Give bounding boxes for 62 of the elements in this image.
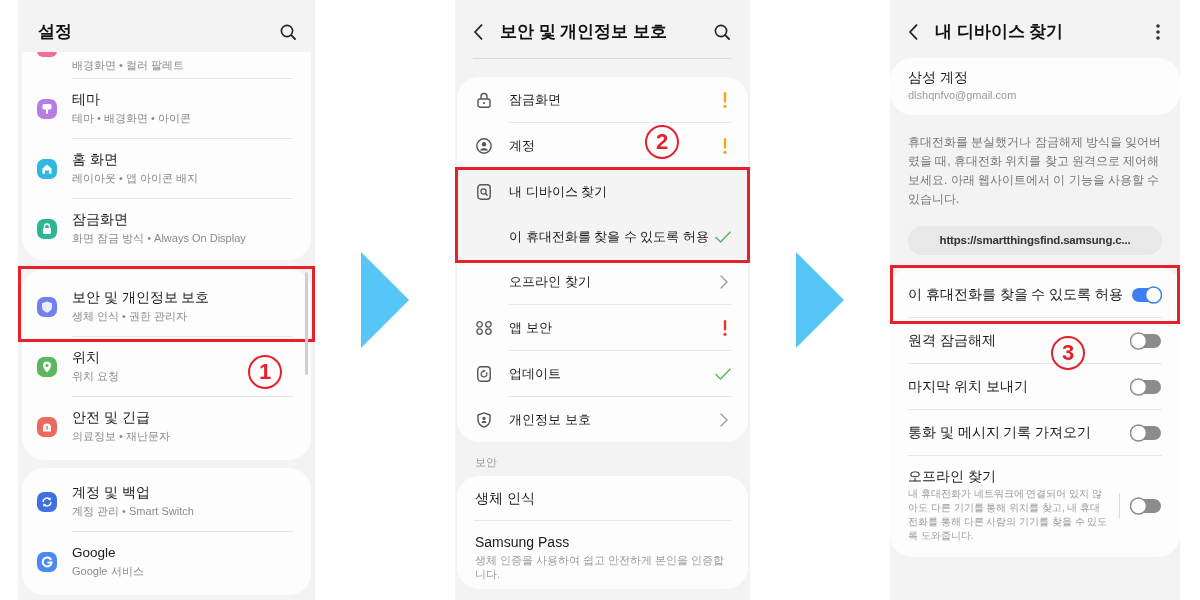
account-title: 삼성 계정 — [908, 68, 968, 86]
setting-title[interactable]: 홈 화면 — [72, 151, 118, 169]
setting-label[interactable]: 개인정보 보호 — [509, 410, 591, 429]
setting-label[interactable]: 오프라인 찾기 — [509, 272, 591, 291]
step-number-badge: 3 — [1051, 336, 1085, 370]
update-icon — [477, 365, 491, 382]
toggle-description: 내 휴대전화가 네트워크에 연결되어 있지 않아도 다른 기기를 통해 위치를 찾고, 내 휴대전화를 통해 다른 사람의 기기를 찾을 수 있도록 도와줍니다. — [908, 487, 1109, 543]
right-arrow-icon — [796, 252, 844, 348]
setting-subtitle: 생체 인증을 사용하여 쉽고 안전하게 본인을 인증합니다. — [475, 553, 726, 581]
toggle-label[interactable]: 마지막 위치 보내기 — [908, 377, 1130, 396]
toggle-switch[interactable] — [1130, 496, 1162, 515]
website-link[interactable]: https://smartthingsfind.samsung.c... — [908, 226, 1162, 255]
setting-label[interactable]: 앱 보안 — [509, 318, 552, 337]
setting-title[interactable]: 생체 인식 — [475, 489, 535, 507]
setting-title[interactable]: 보안 및 개인정보 보호 — [72, 289, 210, 307]
back-icon[interactable] — [473, 24, 483, 40]
more-options-icon[interactable] — [1156, 24, 1160, 40]
shield-person-icon — [477, 411, 491, 428]
setting-subtitle: 계정 관리 • Smart Switch — [72, 504, 194, 519]
back-icon[interactable] — [908, 24, 918, 40]
search-icon[interactable] — [714, 24, 730, 40]
setting-label[interactable]: 업데이트 — [509, 364, 561, 383]
person-icon — [476, 137, 492, 154]
setting-subtitle: 배경화면 • 컬러 팔레트 — [72, 58, 185, 73]
account-email: dlshqnfvo@gmail.com — [908, 88, 1017, 103]
setting-label[interactable]: 내 디바이스 찾기 — [509, 182, 608, 201]
setting-title[interactable]: 위치 — [72, 349, 100, 367]
setting-subtitle: Google 서비스 — [72, 564, 144, 579]
account-card[interactable]: 삼성 계정 dlshqnfvo@gmail.com — [890, 58, 1180, 115]
step-number-badge: 2 — [645, 125, 679, 159]
toggle-switch[interactable] — [1130, 331, 1162, 350]
setting-subtitle: 생체 인식 • 권한 관리자 — [72, 309, 188, 324]
setting-title[interactable]: Google — [72, 544, 116, 562]
screen-title: 보안 및 개인정보 보호 — [500, 21, 668, 43]
setting-title[interactable]: Samsung Pass — [475, 533, 570, 551]
setting-subtitle: 화면 잠금 방식 • Always On Display — [72, 231, 246, 246]
screen-title: 내 디바이스 찾기 — [935, 21, 1064, 43]
toggle-label[interactable]: 통화 및 메시지 기록 가져오기 — [908, 423, 1130, 442]
setting-title[interactable]: 안전 및 긴급 — [72, 409, 150, 427]
setting-label[interactable]: 잠금화면 — [509, 90, 561, 109]
description-text: 휴대전화를 분실했거나 잠금해제 방식을 잊어버렸을 때, 휴대전화 위치를 찾고 원격으로 제어해 보세요. 아래 웹사이트에서 이 기능을 사용할 수 있습니다. — [907, 134, 1163, 208]
lock-icon — [477, 91, 491, 108]
right-arrow-icon — [361, 252, 409, 348]
setting-subtitle: 레이아웃 • 앱 아이콘 배지 — [72, 171, 199, 186]
step-number-badge: 1 — [248, 355, 282, 389]
setting-title[interactable]: 잠금화면 — [72, 211, 128, 229]
four-circles-icon — [476, 320, 492, 335]
setting-title[interactable]: 계정 및 백업 — [72, 484, 150, 502]
section-header: 보안 — [474, 455, 498, 470]
toggle-label[interactable]: 이 휴대전화를 찾을 수 있도록 허용 — [908, 285, 1130, 304]
screen-title: 설정 — [38, 21, 72, 43]
toggle-switch[interactable] — [1130, 377, 1162, 396]
toggle-switch[interactable] — [1130, 423, 1162, 442]
toggle-switch[interactable] — [1130, 285, 1162, 304]
setting-label[interactable]: 계정 — [509, 136, 535, 155]
search-icon[interactable] — [280, 24, 296, 40]
toggle-label[interactable]: 오프라인 찾기 — [908, 468, 996, 486]
setting-subtitle: 위치 요청 — [72, 369, 120, 384]
device-search-icon — [477, 183, 491, 200]
setting-subtitle: 테마 • 배경화면 • 아이콘 — [72, 111, 191, 126]
setting-title[interactable]: 테마 — [72, 91, 100, 109]
setting-subtitle: 의료정보 • 재난문자 — [72, 429, 170, 444]
